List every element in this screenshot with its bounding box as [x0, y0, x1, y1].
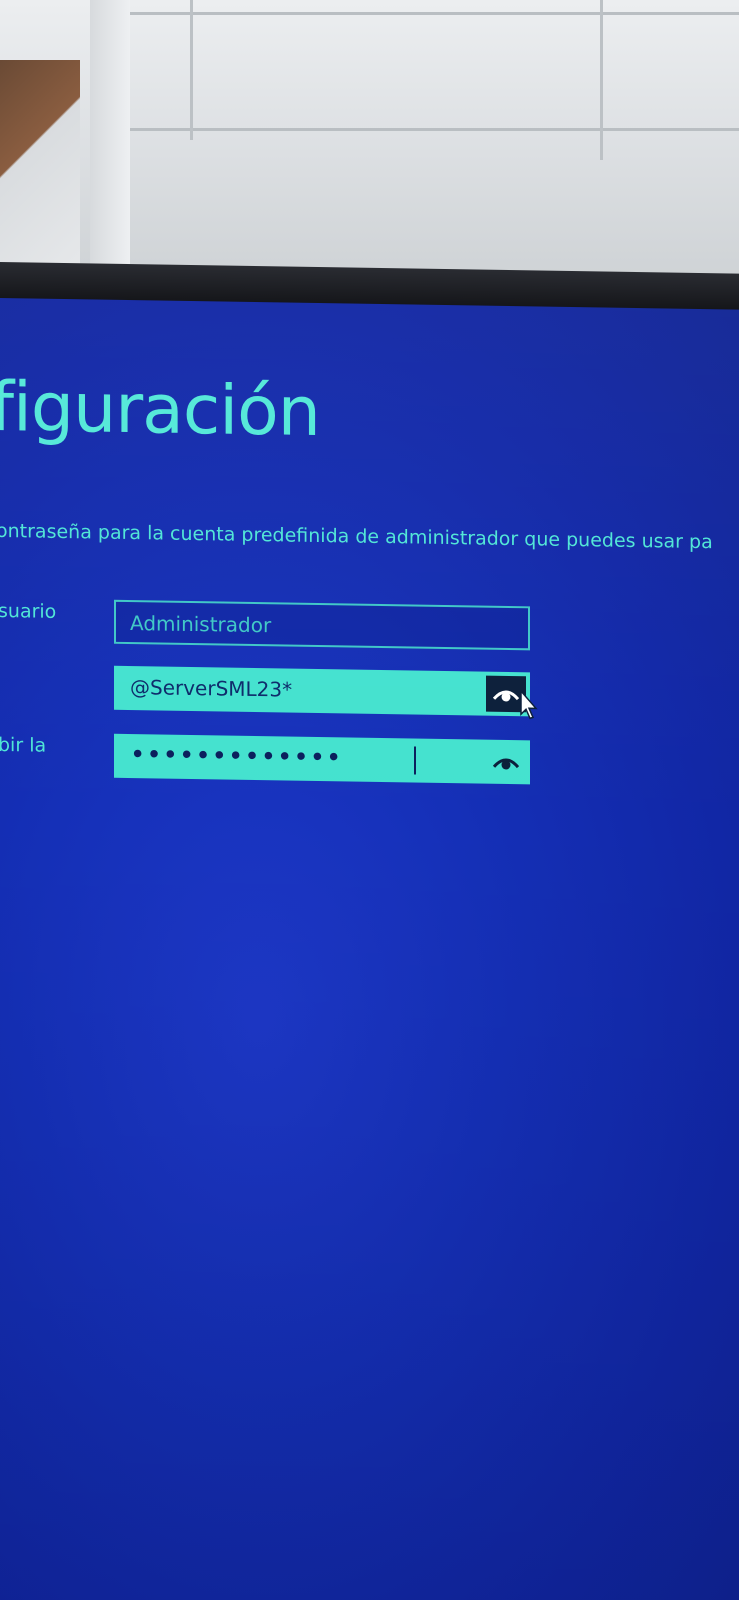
confirm-password-masked: ••••••••••••• [130, 740, 343, 774]
confirm-password-field[interactable]: ••••••••••••• [114, 733, 530, 785]
wall-shelf [0, 60, 80, 270]
ceiling-tile-line [600, 0, 603, 160]
screen-glare [0, 298, 739, 1600]
eye-icon [493, 690, 519, 702]
username-value: Administrador [130, 611, 272, 638]
username-label: suario [0, 599, 57, 623]
ceiling-tile-line [110, 12, 739, 15]
username-field[interactable]: Administrador [114, 599, 530, 651]
eye-icon [493, 758, 519, 770]
ceiling-tile-line [120, 128, 739, 131]
photo-frame: nfiguración ontraseña para la cuenta pre… [0, 0, 739, 1600]
wall-edge [90, 0, 130, 270]
text-caret [414, 746, 416, 775]
setup-screen: nfiguración ontraseña para la cuenta pre… [0, 298, 739, 1600]
page-title: nfiguración [0, 367, 320, 453]
setup-description: ontraseña para la cuenta predefinida de … [0, 519, 713, 554]
ceiling-tile-line [190, 0, 193, 140]
confirm-password-label: bir la [0, 733, 47, 757]
confirm-reveal-button[interactable] [486, 744, 526, 781]
mouse-cursor-icon [520, 690, 538, 720]
password-field[interactable]: @ServerSML23* [114, 665, 530, 717]
password-value: @ServerSML23* [130, 675, 293, 702]
